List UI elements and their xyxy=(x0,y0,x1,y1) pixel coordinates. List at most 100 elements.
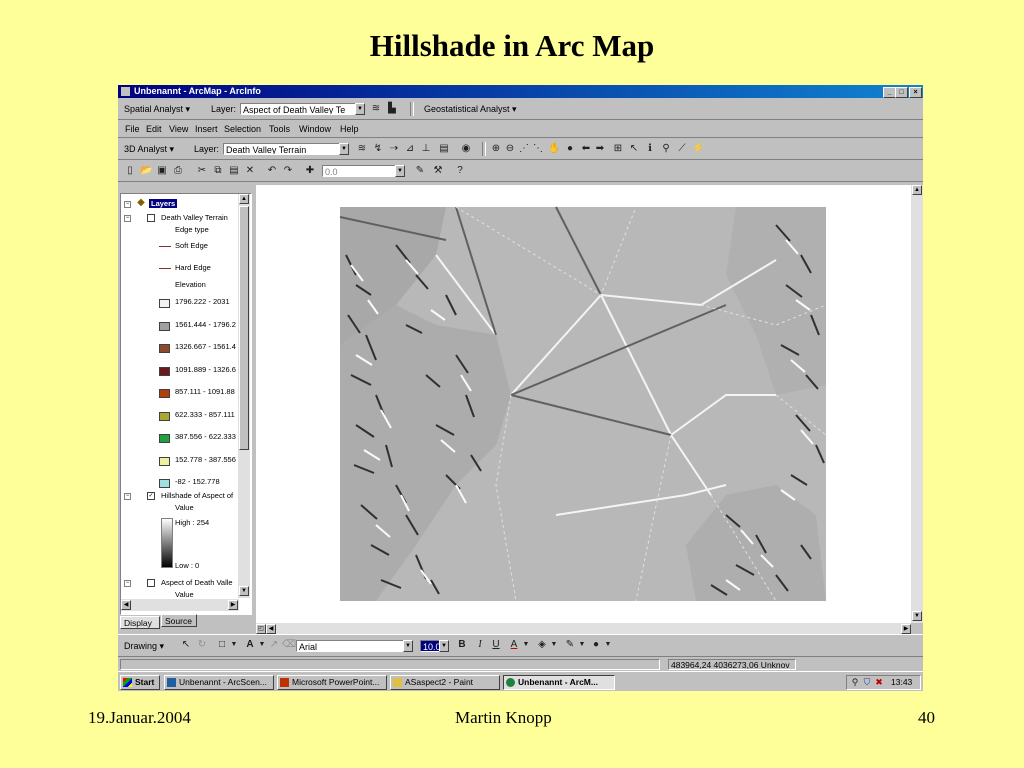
contour-icon[interactable]: ≋ xyxy=(370,103,382,115)
chevron-down-icon[interactable]: ▼ xyxy=(355,103,365,115)
undo-icon[interactable]: ↶ xyxy=(266,165,278,177)
select-elements-icon[interactable]: ↖ xyxy=(180,639,192,651)
halo-icon[interactable]: ⌫ xyxy=(282,639,296,651)
title-bar[interactable]: Unbenannt - ArcMap - ArcInfo _ □ × xyxy=(118,85,923,98)
chevron-down-icon[interactable]: ▼ xyxy=(439,640,449,652)
fixed-zoom-out-icon[interactable]: ⋱ xyxy=(532,143,544,155)
select-elements-icon[interactable]: ↖ xyxy=(628,143,640,155)
histogram-icon[interactable]: ▙ xyxy=(386,103,398,115)
print-icon[interactable]: ⎙ xyxy=(172,165,184,177)
toc-vertical-scrollbar[interactable]: ▲ ▼ xyxy=(238,194,250,598)
menu-file[interactable]: File xyxy=(125,123,140,135)
elevation-class-swatch[interactable] xyxy=(159,299,170,308)
tab-display[interactable]: Display xyxy=(120,616,160,629)
elevation-class-swatch[interactable] xyxy=(159,321,170,331)
task-paint[interactable]: ASaspect2 - Paint xyxy=(390,675,500,690)
task-arcscene[interactable]: Unbenannt - ArcScen... xyxy=(164,675,274,690)
toc-layer-death-valley-terrain[interactable]: Death Valley Terrain xyxy=(161,213,228,222)
whats-this-icon[interactable]: ? xyxy=(454,165,466,177)
elevation-class-swatch[interactable] xyxy=(159,366,170,376)
zoom-in-icon[interactable]: ⊕ xyxy=(490,143,502,155)
hyperlink-icon[interactable]: ⚡ xyxy=(692,143,704,155)
chevron-down-icon[interactable]: ▼ xyxy=(228,639,240,651)
zoom-out-icon[interactable]: ⊖ xyxy=(504,143,516,155)
menu-edit[interactable]: Edit xyxy=(146,123,162,135)
menu-selection[interactable]: Selection xyxy=(224,123,261,135)
fill-color-icon[interactable]: ◈ xyxy=(536,639,548,651)
task-arcmap[interactable]: Unbenannt - ArcM... xyxy=(503,675,615,690)
delete-icon[interactable]: ✕ xyxy=(244,165,256,177)
chevron-down-icon[interactable]: ▼ xyxy=(256,639,268,651)
line-of-sight-icon[interactable]: ⇢ xyxy=(388,143,400,155)
elevation-class-swatch[interactable] xyxy=(159,344,170,353)
menu-tools[interactable]: Tools xyxy=(269,123,290,135)
scroll-up-icon[interactable]: ▲ xyxy=(912,185,922,195)
map-vertical-scrollbar[interactable]: ▲ ▼ xyxy=(911,185,923,623)
line-color-icon[interactable]: ✎ xyxy=(564,639,576,651)
menu-help[interactable]: Help xyxy=(340,123,359,135)
start-button[interactable]: Start xyxy=(120,675,160,690)
layer-visibility-checkbox[interactable] xyxy=(147,214,155,222)
spatial-analyst-menu[interactable]: Spatial Analyst ▾ xyxy=(124,103,190,115)
toc-layer-aspect[interactable]: Aspect of Death Valle xyxy=(161,578,233,587)
scroll-up-icon[interactable]: ▲ xyxy=(239,194,249,204)
layout-view-icon[interactable]: ◰ xyxy=(256,624,266,634)
map-scale-input[interactable]: 0.0 xyxy=(322,165,398,177)
collapse-icon[interactable]: − xyxy=(124,215,131,222)
graph-icon[interactable]: ▤ xyxy=(438,143,450,155)
collapse-icon[interactable]: − xyxy=(124,201,131,208)
menu-insert[interactable]: Insert xyxy=(195,123,218,135)
fixed-zoom-in-icon[interactable]: ⋰ xyxy=(518,143,530,155)
task-powerpoint[interactable]: Microsoft PowerPoint... xyxy=(277,675,387,690)
chevron-down-icon[interactable]: ▼ xyxy=(548,639,560,651)
elevation-class-swatch[interactable] xyxy=(159,434,170,443)
chevron-down-icon[interactable]: ▼ xyxy=(576,639,588,651)
select-features-icon[interactable]: ⊞ xyxy=(612,143,624,155)
measure-icon[interactable]: ⟋ xyxy=(676,143,688,155)
chevron-down-icon[interactable]: ▼ xyxy=(520,639,532,651)
scroll-left-icon[interactable]: ◀ xyxy=(121,600,131,610)
italic-icon[interactable]: I xyxy=(474,639,486,651)
3d-layer-select[interactable]: Death Valley Terrain xyxy=(223,143,340,155)
scroll-down-icon[interactable]: ▼ xyxy=(912,611,922,621)
editor-icon[interactable]: ✎ xyxy=(414,165,426,177)
font-color-icon[interactable]: A xyxy=(508,639,520,651)
toc-horizontal-scrollbar[interactable]: ◀ ▶ xyxy=(121,599,239,611)
menu-view[interactable]: View xyxy=(169,123,188,135)
new-icon[interactable]: ▯ xyxy=(124,165,136,177)
spatial-layer-select[interactable]: Aspect of Death Valley Te xyxy=(240,103,356,115)
scroll-thumb[interactable] xyxy=(239,206,249,450)
open-icon[interactable]: 📂 xyxy=(140,165,152,177)
menu-window[interactable]: Window xyxy=(299,123,331,135)
elevation-class-swatch[interactable] xyxy=(159,479,170,488)
map-display[interactable] xyxy=(256,185,911,623)
redo-icon[interactable]: ↷ xyxy=(282,165,294,177)
font-size-select[interactable]: 10.0 xyxy=(420,640,440,652)
find-icon[interactable]: ⚲ xyxy=(660,143,672,155)
collapse-icon[interactable]: − xyxy=(124,493,131,500)
underline-icon[interactable]: U xyxy=(490,639,502,651)
bold-icon[interactable]: B xyxy=(456,639,468,651)
profile-icon[interactable]: ⊿ xyxy=(404,143,416,155)
layer-visibility-checkbox[interactable]: ✓ xyxy=(147,492,155,500)
layer-visibility-checkbox[interactable] xyxy=(147,579,155,587)
antivirus-icon[interactable]: ✖ xyxy=(873,676,885,688)
shield-icon[interactable]: ⛉ xyxy=(861,676,873,688)
new-text-icon[interactable]: A xyxy=(244,639,256,651)
paste-icon[interactable]: ▤ xyxy=(228,165,240,177)
back-extent-icon[interactable]: ⬅ xyxy=(580,143,592,155)
arctoolbox-icon[interactable]: ⚒ xyxy=(432,165,444,177)
copy-icon[interactable]: ⧉ xyxy=(212,165,224,177)
chevron-down-icon[interactable]: ▼ xyxy=(339,143,349,155)
chevron-down-icon[interactable]: ▼ xyxy=(602,639,614,651)
forward-extent-icon[interactable]: ➡ xyxy=(594,143,606,155)
marker-color-icon[interactable]: ● xyxy=(590,639,602,651)
contour-icon[interactable]: ≋ xyxy=(356,143,368,155)
toc-layer-hillshade[interactable]: Hillshade of Aspect of xyxy=(161,491,233,500)
rotate-icon[interactable]: ↻ xyxy=(196,639,208,651)
cut-icon[interactable]: ✂ xyxy=(196,165,208,177)
tab-source[interactable]: Source xyxy=(161,614,197,627)
chevron-down-icon[interactable]: ▼ xyxy=(395,165,405,177)
drawing-menu[interactable]: Drawing ▾ xyxy=(124,640,164,652)
3d-analyst-menu[interactable]: 3D Analyst ▾ xyxy=(124,143,174,155)
